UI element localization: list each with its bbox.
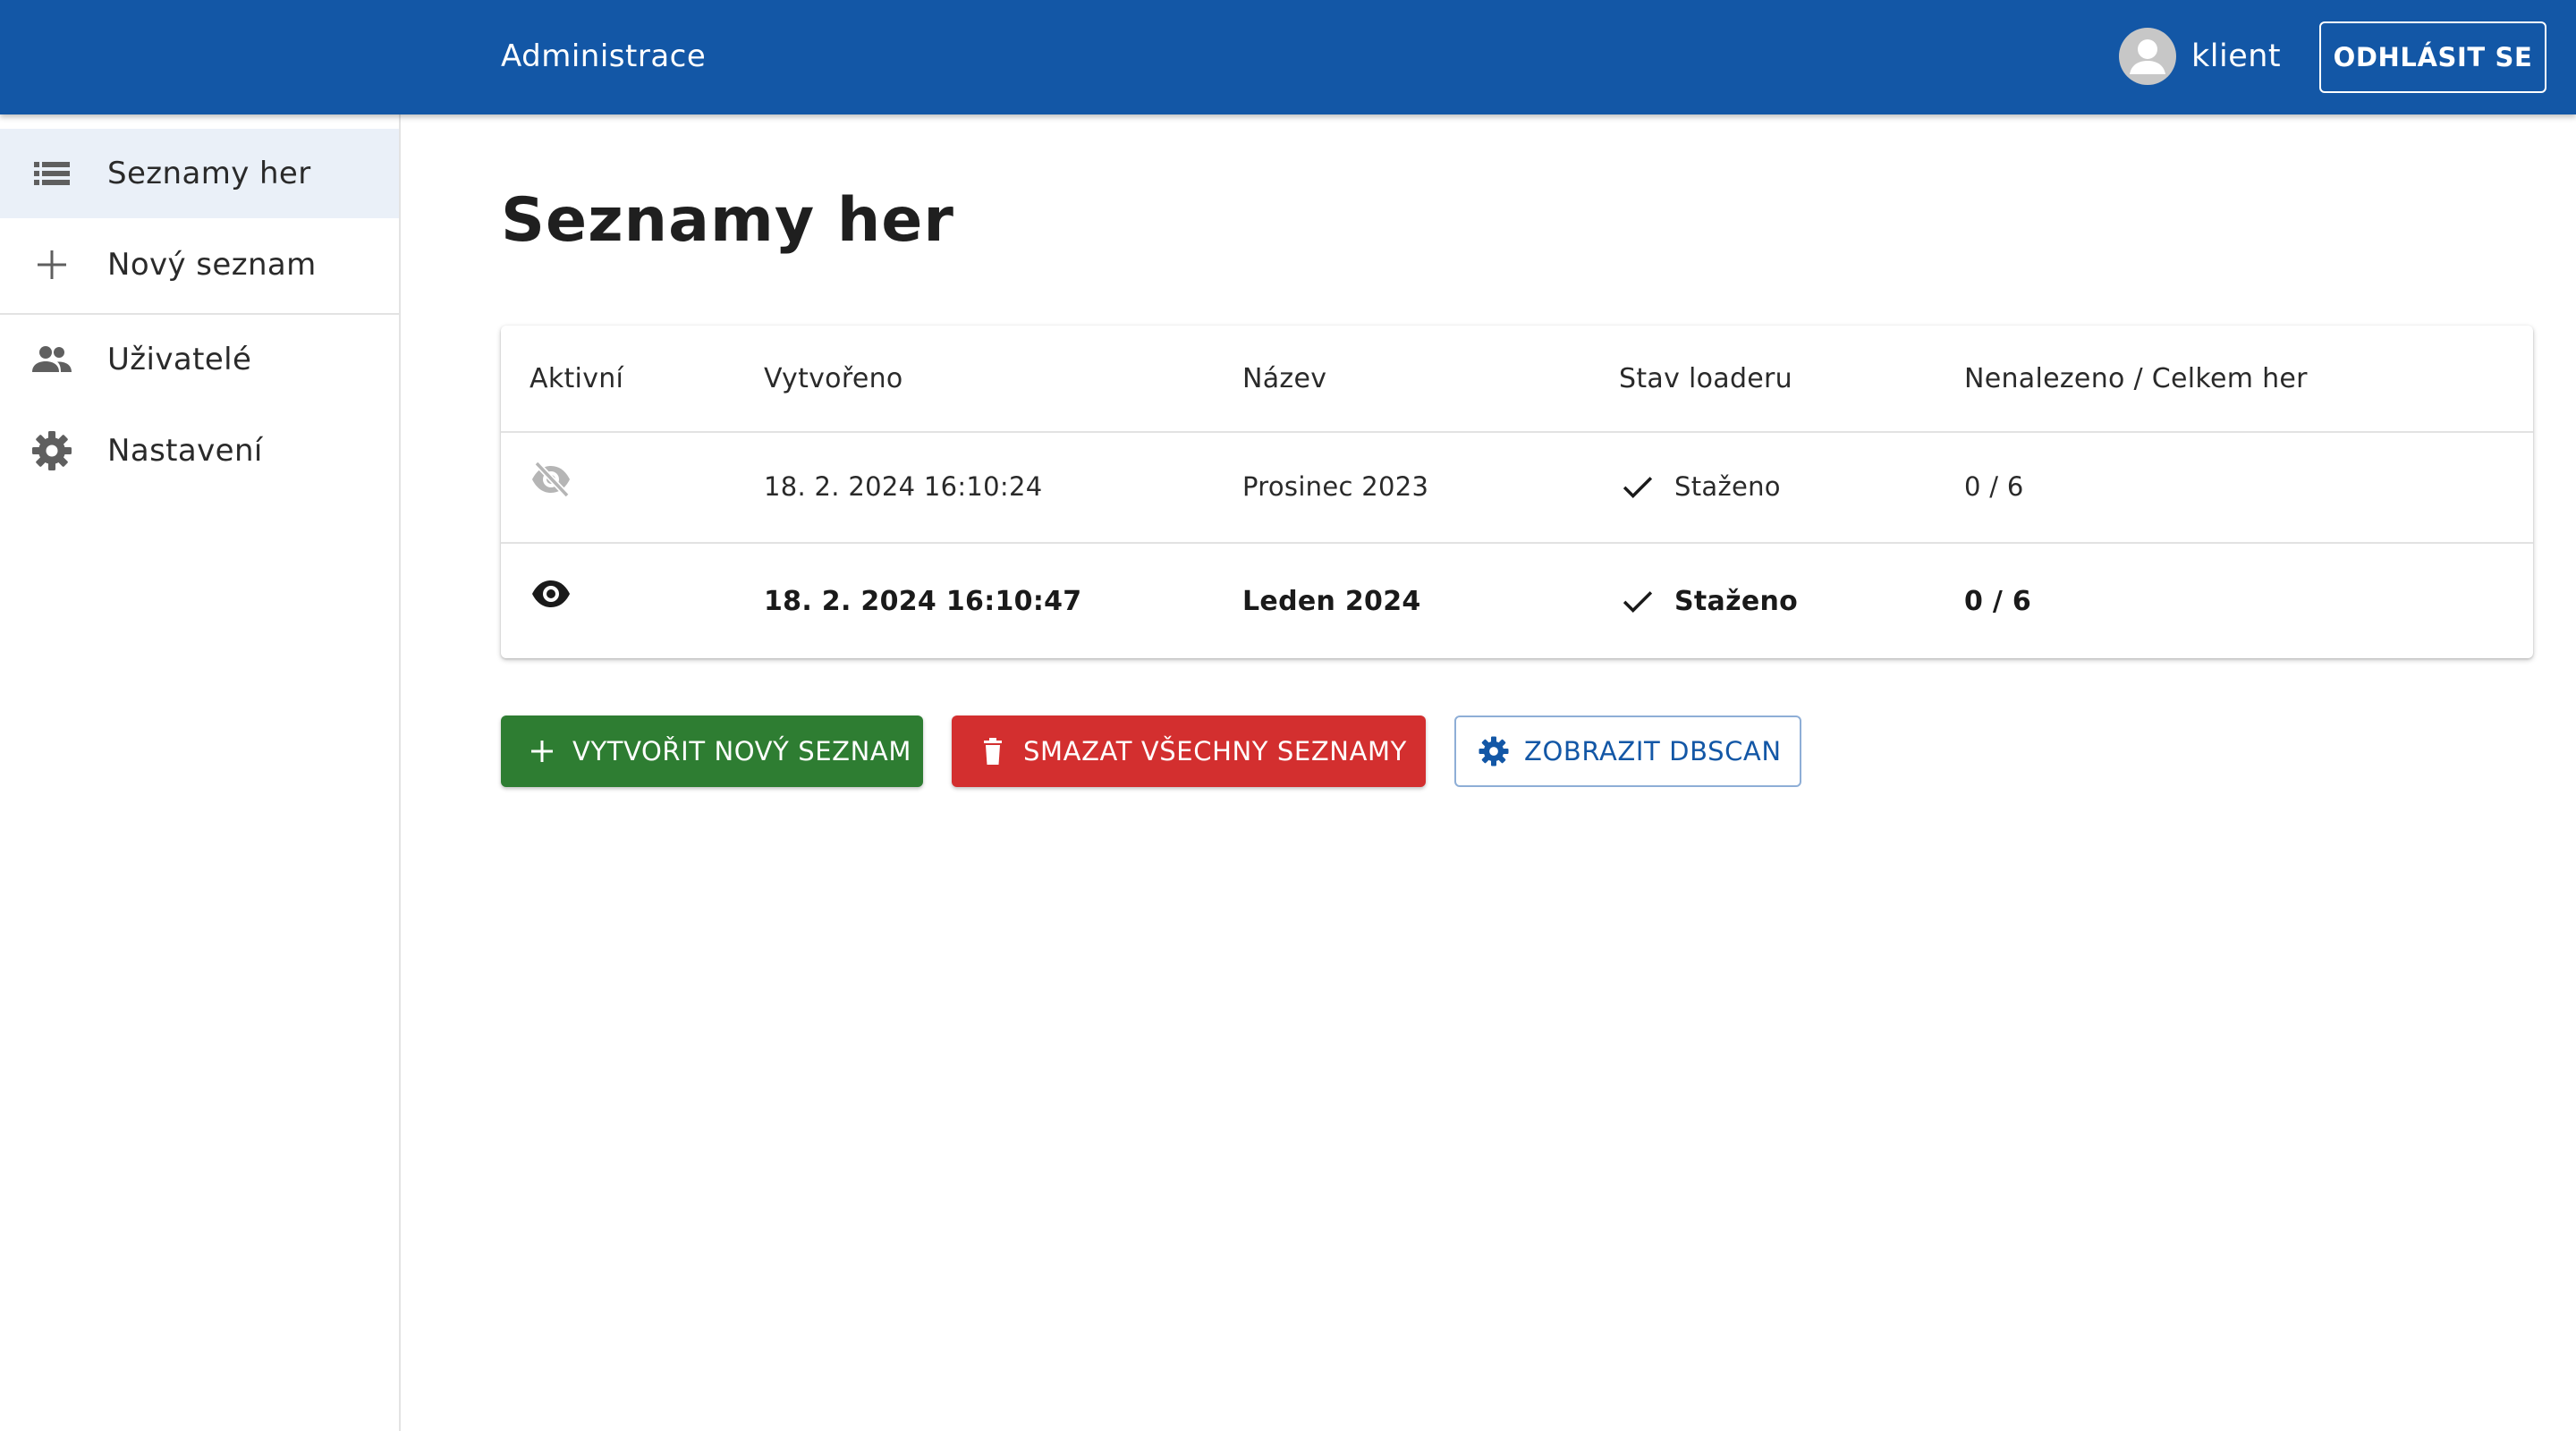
create-list-label: VYTVOŘIT NOVÝ SEZNAM: [572, 736, 911, 766]
gear-icon: [30, 429, 73, 472]
show-dbscan-button[interactable]: ZOBRAZIT DBSCAN: [1454, 716, 1801, 787]
table-header-row: Aktivní Vytvořeno Název Stav loaderu Nen…: [501, 326, 2533, 433]
sidebar-item-users[interactable]: Uživatelé: [0, 315, 399, 404]
cell-loader-state: Staženo: [1619, 544, 1798, 658]
header-count[interactable]: Nenalezeno / Celkem her: [1964, 326, 2308, 431]
cell-name: Prosinec 2023: [1242, 471, 1429, 502]
check-icon: [1623, 591, 1653, 613]
create-list-button[interactable]: VYTVOŘIT NOVÝ SEZNAM: [501, 716, 923, 787]
table-row[interactable]: 18. 2. 2024 16:10:47 Leden 2024 Staženo …: [501, 544, 2533, 658]
cell-count: 0 / 6: [1964, 471, 2024, 502]
cell-created: 18. 2. 2024 16:10:47: [764, 585, 1082, 617]
sidebar-item-label: Seznamy her: [107, 156, 311, 191]
account-circle-icon[interactable]: [2119, 28, 2176, 85]
delete-all-lists-button[interactable]: SMAZAT VŠECHNY SEZNAMY: [952, 716, 1426, 787]
page-title: Seznamy her: [501, 185, 954, 256]
eye-off-icon[interactable]: [530, 458, 572, 501]
app-bar: Administrace klient ODHLÁSIT SE: [0, 0, 2576, 114]
sidebar-item-new-list[interactable]: Nový seznam: [0, 220, 399, 309]
gear-icon: [1479, 736, 1509, 766]
cell-loader-state: Staženo: [1619, 431, 1781, 542]
app-title: Administrace: [501, 38, 707, 74]
trash-icon: [984, 738, 1002, 765]
user-name: klient: [2191, 38, 2282, 74]
delete-all-lists-label: SMAZAT VŠECHNY SEZNAMY: [1023, 736, 1407, 766]
header-name[interactable]: Název: [1242, 326, 1326, 431]
cell-created: 18. 2. 2024 16:10:24: [764, 471, 1043, 502]
sidebar-item-label: Uživatelé: [107, 342, 252, 377]
logout-button[interactable]: ODHLÁSIT SE: [2319, 21, 2546, 93]
header-active[interactable]: Aktivní: [530, 326, 623, 431]
loader-state-label: Staženo: [1674, 585, 1799, 617]
header-created[interactable]: Vytvořeno: [764, 326, 903, 431]
game-lists-table: Aktivní Vytvořeno Název Stav loaderu Nen…: [501, 326, 2533, 658]
cell-count: 0 / 6: [1964, 585, 2032, 617]
header-loader-state[interactable]: Stav loaderu: [1619, 326, 1792, 431]
active-toggle[interactable]: [530, 431, 572, 542]
plus-icon: [30, 243, 73, 286]
sidebar: Seznamy her Nový seznam Uživatelé Nastav…: [0, 114, 401, 1431]
sidebar-item-label: Nastavení: [107, 433, 263, 469]
loader-state-label: Staženo: [1674, 471, 1781, 502]
cell-name: Leden 2024: [1242, 585, 1421, 617]
sidebar-item-label: Nový seznam: [107, 247, 317, 283]
sidebar-item-settings[interactable]: Nastavení: [0, 406, 399, 495]
eye-icon[interactable]: [530, 572, 572, 615]
people-icon: [30, 338, 73, 381]
active-toggle[interactable]: [530, 544, 572, 658]
plus-icon: [531, 741, 553, 762]
sidebar-item-game-lists[interactable]: Seznamy her: [0, 129, 399, 218]
show-dbscan-label: ZOBRAZIT DBSCAN: [1524, 736, 1782, 766]
check-icon: [1623, 477, 1653, 498]
table-row[interactable]: 18. 2. 2024 16:10:24 Prosinec 2023 Staže…: [501, 431, 2533, 544]
list-icon: [30, 152, 73, 195]
